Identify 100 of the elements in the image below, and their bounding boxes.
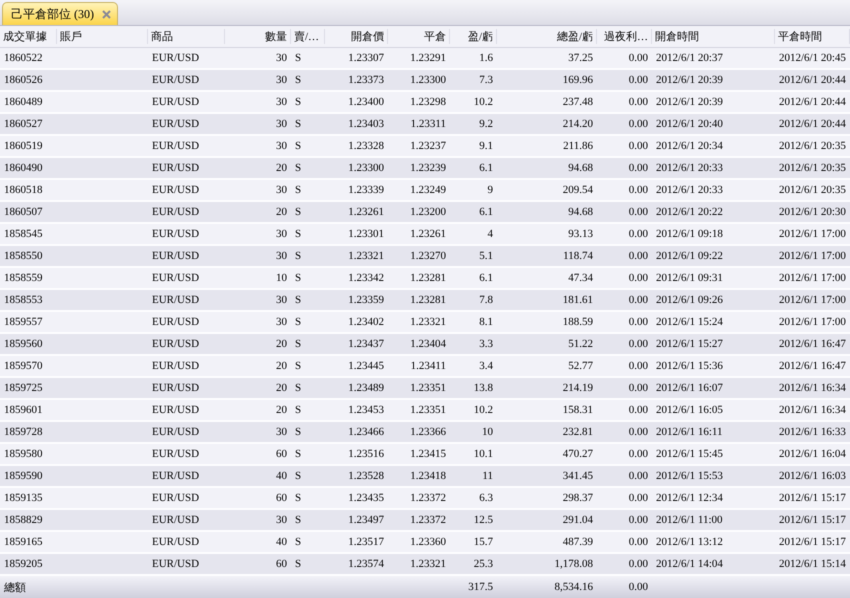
table-cell-text: 1.23435 bbox=[347, 491, 385, 506]
table-cell-text: 0.00 bbox=[628, 359, 649, 374]
table-cell-text: 1860527 bbox=[3, 117, 44, 132]
table-cell-text: 2012/6/1 20:39 bbox=[655, 73, 724, 88]
table-cell-text: 237.48 bbox=[562, 95, 594, 110]
table-cell-text: 169.96 bbox=[562, 73, 594, 88]
column-header[interactable]: 商品 bbox=[148, 29, 225, 44]
table-cell-text: EUR/USD bbox=[151, 315, 200, 330]
table-cell-text: 2012/6/1 16:47 bbox=[778, 359, 847, 374]
table-cell-text: 2012/6/1 15:27 bbox=[655, 337, 724, 352]
table-cell-text: 30 bbox=[275, 183, 288, 198]
table-cell-text: 2012/6/1 12:34 bbox=[655, 491, 724, 506]
table-cell-text: 2012/6/1 20:44 bbox=[778, 117, 847, 132]
table-cell-text: 30 bbox=[275, 117, 288, 132]
table-cell-text: 1859165 bbox=[3, 535, 44, 550]
table-cell-text: 1,178.08 bbox=[554, 557, 594, 572]
table-cell-text: 1.23373 bbox=[347, 73, 385, 88]
table-cell-text: 60 bbox=[275, 447, 288, 462]
table-cell-text: 30 bbox=[275, 139, 288, 154]
table-cell-text: EUR/USD bbox=[151, 359, 200, 374]
table-cell-text: 2012/6/1 16:03 bbox=[778, 469, 847, 484]
table-cell-text: 1859135 bbox=[3, 491, 44, 506]
table-cell-text: 1859570 bbox=[3, 359, 44, 374]
table-cell-text: 10 bbox=[481, 425, 494, 440]
table-cell-text: 20 bbox=[275, 337, 288, 352]
table-cell-text: 0.00 bbox=[628, 183, 649, 198]
table-cell-text: 1860490 bbox=[3, 161, 44, 176]
table-cell-text: 1.23359 bbox=[347, 293, 385, 308]
table-cell-text: 10.1 bbox=[472, 447, 494, 462]
table-cell-text: 1.23403 bbox=[347, 117, 385, 132]
column-header[interactable]: 成交單據 bbox=[0, 29, 57, 44]
table-cell-text: 37.25 bbox=[567, 51, 594, 66]
column-header[interactable]: 過夜利… bbox=[597, 29, 652, 44]
table-cell-text: S bbox=[294, 271, 302, 286]
table-cell-text: 2012/6/1 20:44 bbox=[778, 95, 847, 110]
table-cell-text: 25.3 bbox=[472, 557, 494, 572]
table-cell-text: S bbox=[294, 513, 302, 528]
table-cell-text: 1.23360 bbox=[409, 535, 447, 550]
table-cell-text: 214.19 bbox=[562, 381, 594, 396]
table-cell-text: 1.23528 bbox=[347, 469, 385, 484]
column-header[interactable]: 開倉價 bbox=[325, 29, 388, 44]
table-cell-text: 30 bbox=[275, 73, 288, 88]
column-header[interactable]: 賣/… bbox=[291, 29, 325, 44]
table-cell-text: EUR/USD bbox=[151, 227, 200, 242]
table-cell-text: 2012/6/1 16:34 bbox=[778, 381, 847, 396]
table-cell-text: EUR/USD bbox=[151, 73, 200, 88]
table-cell-text: 470.27 bbox=[562, 447, 594, 462]
tab[interactable]: 己平倉部位 (30) bbox=[2, 2, 118, 25]
table-cell-text: 1.23237 bbox=[409, 139, 447, 154]
column-header[interactable]: 數量 bbox=[225, 29, 291, 44]
table-cell-text: 2012/6/1 16:05 bbox=[655, 403, 724, 418]
table-cell-text: 1859580 bbox=[3, 447, 44, 462]
table-cell-text: 1858553 bbox=[3, 293, 44, 308]
close-icon[interactable] bbox=[102, 10, 111, 18]
table-cell-text: 2012/6/1 16:33 bbox=[778, 425, 847, 440]
table-cell-text: 20 bbox=[275, 403, 288, 418]
table-cell-text: 2012/6/1 20:33 bbox=[655, 161, 724, 176]
table-cell-text: S bbox=[294, 403, 302, 418]
column-header[interactable]: 開倉時間 bbox=[652, 29, 775, 44]
table-cell-text: 30 bbox=[275, 293, 288, 308]
table-cell-text: 1859590 bbox=[3, 469, 44, 484]
table-cell-text: 0.00 bbox=[628, 205, 649, 220]
table-cell-text: 1.23372 bbox=[409, 491, 447, 506]
table-cell-text: 2012/6/1 20:35 bbox=[778, 139, 847, 154]
table-cell-text: 1.23281 bbox=[409, 271, 447, 286]
table-cell-text: 1.23351 bbox=[409, 381, 447, 396]
table-cell-text: EUR/USD bbox=[151, 205, 200, 220]
table-cell-text: 1.23453 bbox=[347, 403, 385, 418]
table-cell-text: S bbox=[294, 315, 302, 330]
table-cell-text: EUR/USD bbox=[151, 95, 200, 110]
table-cell-text: 2012/6/1 20:39 bbox=[655, 95, 724, 110]
table-cell-text: EUR/USD bbox=[151, 381, 200, 396]
table-cell-text: 0.00 bbox=[628, 117, 649, 132]
table-cell-text: 2012/6/1 16:07 bbox=[655, 381, 724, 396]
table-cell-text: 9.2 bbox=[478, 117, 494, 132]
table-cell-text: 30 bbox=[275, 249, 288, 264]
table-cell-text: S bbox=[294, 535, 302, 550]
table-cell-text: 2012/6/1 15:17 bbox=[778, 535, 847, 550]
table-cell-text: 4 bbox=[486, 227, 494, 242]
table-cell-text: 1.23281 bbox=[409, 293, 447, 308]
table-cell-text: 60 bbox=[275, 557, 288, 572]
table-cell-text: S bbox=[294, 95, 302, 110]
table-cell-text: 10.2 bbox=[472, 403, 494, 418]
table-cell-text: 1.23261 bbox=[347, 205, 385, 220]
table-cell-text: 2012/6/1 09:26 bbox=[655, 293, 724, 308]
table-cell-text: 8.1 bbox=[478, 315, 494, 330]
table-cell-text: EUR/USD bbox=[151, 403, 200, 418]
table-cell-text: S bbox=[294, 557, 302, 572]
table-cell-text: 1858829 bbox=[3, 513, 44, 528]
column-header[interactable]: 總盈/虧 bbox=[497, 29, 597, 44]
column-header[interactable]: 盈/虧 bbox=[450, 29, 497, 44]
column-header[interactable]: 賬戶 bbox=[57, 29, 148, 44]
column-header[interactable]: 平倉 bbox=[388, 29, 450, 44]
table-cell-text: 51.22 bbox=[567, 337, 594, 352]
table-cell-text: 11 bbox=[481, 469, 494, 484]
table-cell-text: EUR/USD bbox=[151, 447, 200, 462]
table-cell-text: 1858550 bbox=[3, 249, 44, 264]
table-cell-text: 1.23402 bbox=[347, 315, 385, 330]
column-header[interactable]: 平倉時間 bbox=[775, 29, 850, 44]
table-cell-text: 1860519 bbox=[3, 139, 44, 154]
